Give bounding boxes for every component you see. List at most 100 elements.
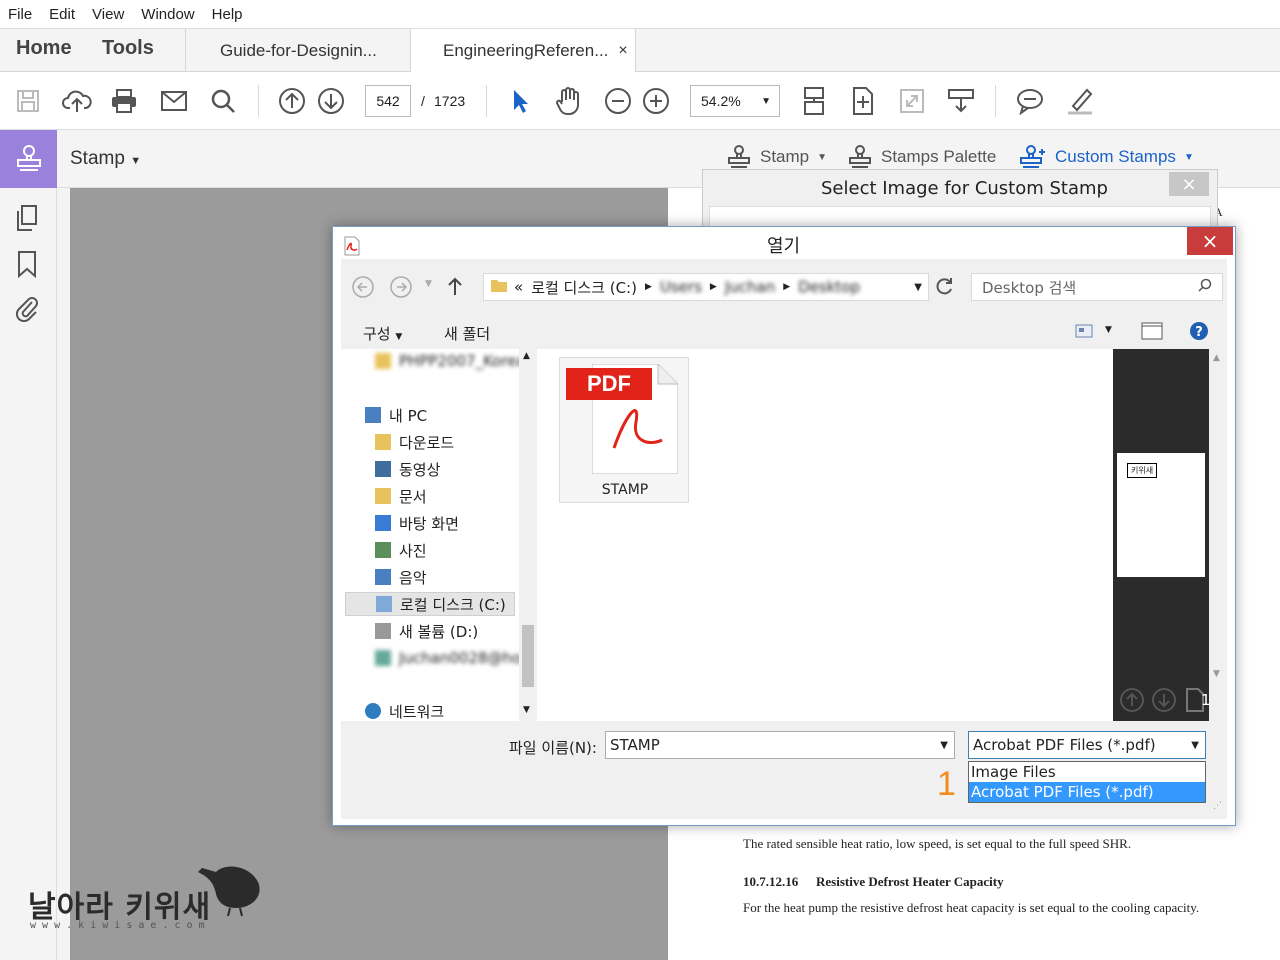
zoom-in-icon[interactable] [640,85,672,117]
forward-icon[interactable] [389,275,413,303]
select-image-title: Select Image for Custom Stamp [821,178,1108,199]
tree-item-label: 내 PC [389,406,428,425]
tab-home[interactable]: Home [16,37,72,60]
filetype-select[interactable]: Acrobat PDF Files (*.pdf) ▼ [968,731,1206,759]
tab-tools[interactable]: Tools [102,37,154,60]
tree-item-volume-d[interactable]: 새 볼륨 (D:) [375,619,478,643]
folder-icon [490,277,508,297]
tree-item-videos[interactable]: 동영상 [375,457,440,481]
print-icon[interactable] [108,85,140,117]
custom-stamps-button[interactable]: Custom Stamps ▼ [1019,144,1194,170]
close-icon: × [1201,229,1219,253]
tree-item-local-disk-c[interactable]: 로컬 디스크 (C:) [345,592,515,616]
watermark-url: w w w . k i w i s a e . c o m [30,920,205,931]
search-input[interactable]: Desktop 검색 [971,273,1223,301]
select-cursor-icon[interactable] [504,85,536,117]
comment-icon[interactable] [1014,85,1046,117]
address-segment-users[interactable]: Users [660,278,702,296]
menu-window[interactable]: Window [141,6,194,23]
tree-item-desktop[interactable]: 바탕 화면 [375,511,459,535]
pages-icon[interactable] [14,204,40,236]
page-total: 1723 [434,93,466,109]
doc-paragraph-1: The rated sensible heat ratio, low speed… [743,836,1132,851]
dialog-close-button[interactable]: × [1187,227,1233,255]
address-segment-drive[interactable]: 로컬 디스크 (C:) [531,277,637,298]
acrobat-file-icon [343,236,361,260]
recent-locations-icon[interactable]: ▼ [425,279,432,289]
menu-help[interactable]: Help [212,6,243,23]
tab-document-2[interactable]: EngineeringReferen... × [410,29,636,73]
tree-item-documents[interactable]: 문서 [375,484,427,508]
resize-grip-icon[interactable]: ⋰ [1213,801,1222,811]
open-file-dialog: 열기 × ▼ « 로컬 디스크 (C:) ▶ Users ▶ Juchan ▶ … [332,226,1236,826]
preview-pane-icon[interactable] [1141,322,1163,344]
up-folder-icon[interactable] [445,275,465,303]
fullscreen-icon[interactable] [896,85,928,117]
bookmark-icon[interactable] [16,250,38,282]
doc-heading: Resistive Defrost Heater Capacity [816,874,1004,889]
address-segment-desktop[interactable]: Desktop [798,278,860,296]
zoom-out-icon[interactable] [602,85,634,117]
filetype-option-image[interactable]: Image Files (*.jpg,*.gif,*.png,*.tif) [969,762,1205,801]
select-image-close-button[interactable]: × [1169,172,1209,196]
cloud-upload-icon[interactable] [61,85,93,117]
tree-item-network[interactable]: 네트워크 [365,699,444,721]
custom-stamp-icon [1020,145,1045,168]
next-page-icon[interactable] [315,85,347,117]
hand-tool-icon[interactable] [552,85,584,117]
search-icon [1198,278,1212,296]
stamps-palette-button[interactable]: Stamps Palette [847,144,996,170]
tree-scrollbar[interactable]: ▲ ▼ [519,349,537,721]
help-icon[interactable]: ? [1189,321,1209,345]
chevron-down-icon[interactable]: ▼ [940,740,948,751]
chevron-down-icon: ▼ [395,332,403,342]
tree-item-music[interactable]: 음악 [375,565,427,589]
stamp-tool-title[interactable]: Stamp ▼ [70,148,141,170]
previous-page-icon[interactable] [276,85,308,117]
address-segment-user[interactable]: Juchan [725,278,775,296]
file-item-stamp[interactable]: PDF STAMP [559,357,689,503]
tree-item-blurred-folder[interactable]: PHPP2007_Korea [375,349,526,373]
refresh-icon[interactable] [933,275,955,303]
fit-page-icon[interactable] [847,85,879,117]
chevron-down-icon: ▼ [817,151,828,163]
tree-item-pictures[interactable]: 사진 [375,538,427,562]
search-icon[interactable] [207,85,239,117]
tab-document-1[interactable]: Guide-for-Designin... [185,29,410,72]
attachment-icon[interactable] [14,292,40,326]
save-icon[interactable] [12,85,44,117]
tab-close-icon[interactable]: × [618,42,627,60]
highlight-icon[interactable] [1064,85,1096,117]
preview-pane: 키위새 1 [1113,349,1211,721]
address-bar[interactable]: « 로컬 디스크 (C:) ▶ Users ▶ Juchan ▶ Desktop… [483,273,929,301]
organize-button[interactable]: 구성 ▼ [363,323,402,344]
tree-item-blurred-drive[interactable]: Juchan0028@hom [375,646,536,670]
chevron-down-icon[interactable]: ▼ [1105,325,1112,335]
stamp-menu-button[interactable]: Stamp ▼ [726,144,827,170]
menu-view[interactable]: View [92,6,124,23]
email-icon[interactable] [158,85,190,117]
select-image-dialog: Select Image for Custom Stamp × [702,169,1218,229]
back-icon[interactable] [351,275,375,303]
svg-text:?: ? [1195,325,1203,340]
stamp-tool-icon[interactable] [0,130,57,188]
preview-next-icon[interactable] [1151,687,1177,717]
read-mode-icon[interactable] [945,85,977,117]
page-number-input[interactable]: 542 [365,85,411,117]
view-options-icon[interactable] [1075,323,1093,343]
zoom-dropdown[interactable]: 54.2% ▼ [690,85,780,117]
filetype-option-pdf[interactable]: Acrobat PDF Files (*.pdf) [969,782,1205,802]
navigation-tree: PHPP2007_Korea 내 PC 다운로드 동영상 문서 바탕 화면 사진… [341,349,537,721]
tree-item-this-pc[interactable]: 내 PC [365,403,427,427]
new-folder-button[interactable]: 새 폴더 [444,323,490,344]
dialog-command-bar: 구성 ▼ 새 폴더 ▼ ? [341,315,1227,349]
chevron-down-icon[interactable]: ▼ [914,282,922,293]
preview-prev-icon[interactable] [1119,687,1145,717]
preview-scrollbar[interactable]: ▲ ▼ [1209,349,1227,721]
filename-input[interactable]: STAMP ▼ [605,731,955,759]
tree-item-downloads[interactable]: 다운로드 [375,430,454,454]
scroll-mode-icon[interactable] [798,85,830,117]
tree-item-label: 사진 [399,541,427,560]
menu-edit[interactable]: Edit [49,6,75,23]
menu-file[interactable]: File [8,6,32,23]
